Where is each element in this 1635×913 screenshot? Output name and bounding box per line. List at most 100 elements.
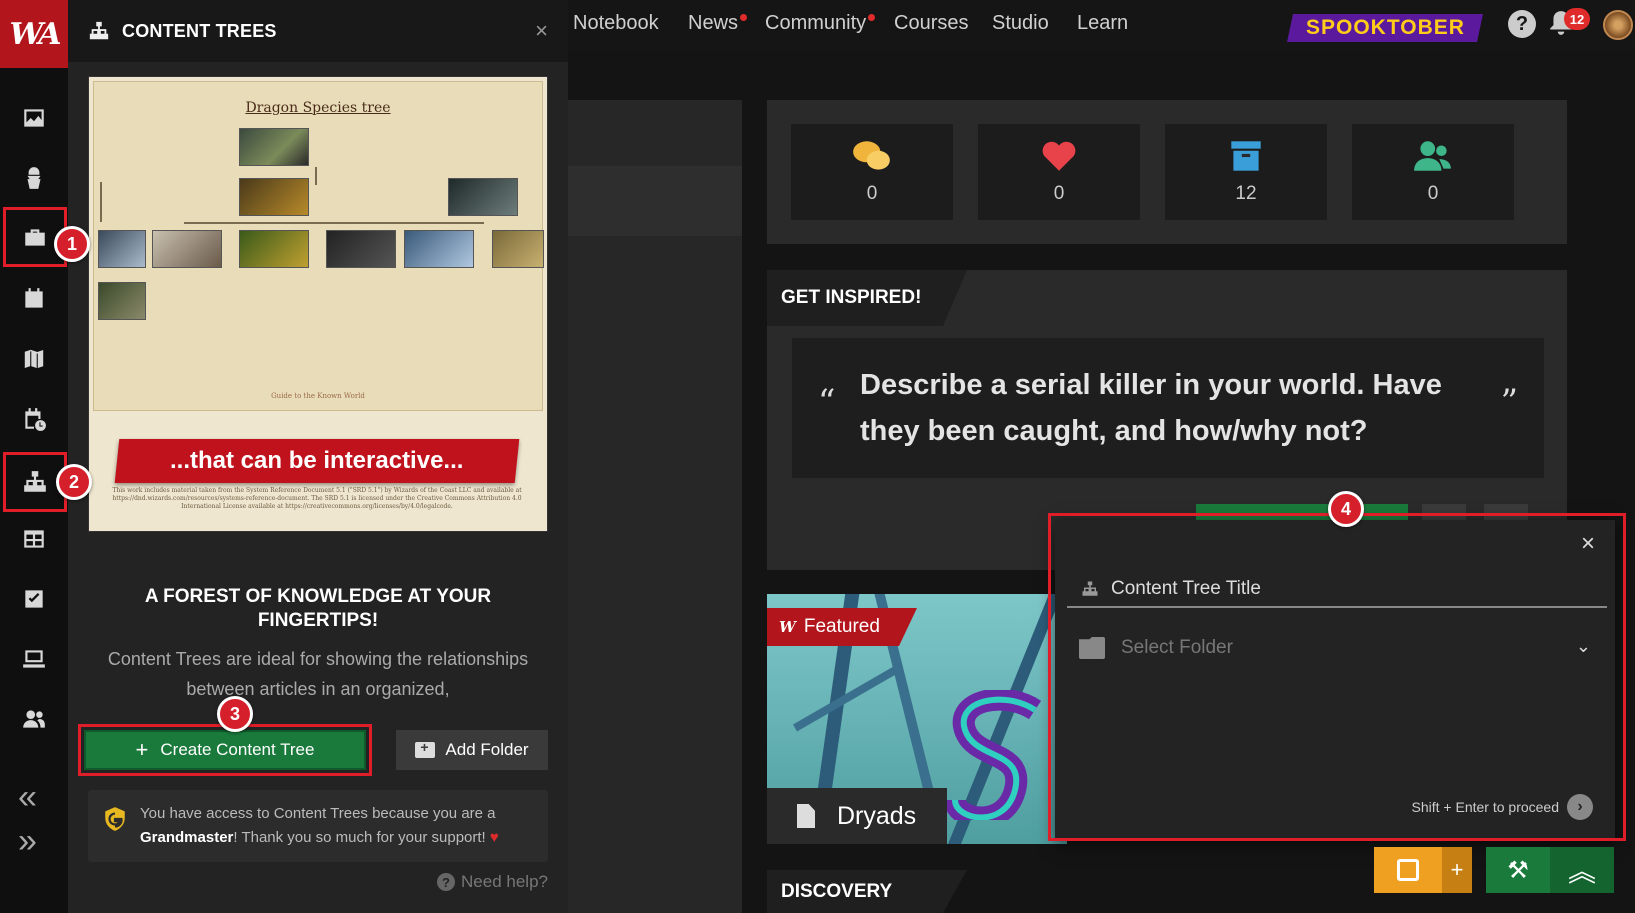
featured-logo-graphic [945,690,1042,820]
group-icon[interactable] [12,697,56,741]
character-icon[interactable] [12,156,56,200]
community-notification-dot [868,14,875,21]
content-tree-title-placeholder: Content Tree Title [1111,578,1261,599]
quick-note-button[interactable] [1374,847,1442,893]
content-tree-icon [1082,581,1098,596]
preview-node-thumbnail [326,230,396,268]
double-chevron-up-icon: ︽ [1567,856,1596,887]
spooktober-label: SPOOKTOBER [1305,16,1465,39]
stat-comments-value: 0 [866,183,878,204]
preview-chart-title: Dragon Species tree [245,100,391,116]
expand-icon[interactable]: » [18,819,37,863]
create-content-tree-label: Create Content Tree [160,740,315,759]
writing-prompt-text: Describe a serial killer in your world. … [860,369,1442,447]
preview-banner-text: ...that can be interactive... [170,447,464,474]
writing-prompt-box: “ Describe a serial killer in your world… [792,338,1544,478]
stat-followers[interactable]: 0 [1352,124,1514,220]
spooktober-promo[interactable]: SPOOKTOBER [1287,14,1483,42]
create-content-tree-dialog: × Content Tree Title Select Folder ⌄ Shi… [1055,520,1615,840]
create-content-tree-button[interactable]: + Create Content Tree [78,724,372,776]
grandmaster-badge-icon [105,807,125,831]
preview-tree-sheet: Dragon Species tree Guide to the Known W… [93,81,544,411]
preview-node-thumbnail [239,128,309,166]
featured-tag: W Featured [767,608,917,646]
followers-icon [1414,141,1451,171]
preview-node-thumbnail [152,230,222,268]
discovery-title: DISCOVERY [767,870,967,913]
preview-fine-print: This work includes material taken from t… [112,487,522,510]
preview-node-thumbnail [239,178,309,216]
add-note-button[interactable]: + [1442,847,1472,893]
table-icon[interactable] [12,517,56,561]
content-tree-icon [89,21,109,40]
nav-notebook[interactable]: Notebook [573,12,659,35]
stat-likes-value: 0 [1053,183,1065,204]
access-notice-text: You have access to Content Trees because… [140,805,499,846]
top-navigation-bar: Notebook News Community Courses Studio L… [568,0,1635,50]
close-icon[interactable]: × [535,18,548,44]
step-marker-4: 4 [1328,491,1364,527]
help-icon[interactable]: ? [1508,10,1536,38]
scroll-top-button[interactable]: ︽ [1550,847,1614,893]
step-marker-1: 1 [54,226,90,262]
close-icon[interactable]: × [1581,530,1595,558]
folder-select[interactable]: Select Folder ⌄ [1079,630,1599,666]
user-avatar[interactable] [1603,10,1633,40]
step-marker-2: 2 [56,464,92,500]
nav-learn[interactable]: Learn [1077,12,1128,35]
panel-header: CONTENT TREES × [68,0,568,62]
nav-news[interactable]: News [688,12,738,35]
plus-icon: + [135,737,149,762]
folder-icon [1079,637,1105,659]
image-icon[interactable] [12,96,56,140]
panel-description: Content Trees are ideal for showing the … [107,649,529,699]
stat-archive[interactable]: 12 [1165,124,1327,220]
notification-count-badge: 12 [1564,8,1590,30]
preview-guide-text: Guide to the Known World [271,392,365,400]
tools-button[interactable]: ⚒ [1486,847,1550,893]
step-marker-3: 3 [217,696,253,732]
note-icon [1397,859,1419,881]
featured-article-title[interactable]: Dryads [767,788,947,844]
archive-icon [1231,141,1261,171]
checklist-icon[interactable] [12,577,56,621]
preview-node-thumbnail [98,230,146,268]
need-help-link[interactable]: ? Need help? [437,872,548,892]
comments-icon [853,141,890,170]
calendar-icon[interactable] [12,277,56,321]
chevron-down-icon: ⌄ [1575,636,1591,656]
map-icon[interactable] [12,337,56,381]
stat-followers-value: 0 [1427,183,1439,204]
proceed-arrow-icon[interactable]: › [1567,794,1593,820]
nav-community[interactable]: Community [765,12,866,35]
worldanvil-logo[interactable]: WA [0,0,68,68]
timeline-icon[interactable] [12,397,56,441]
nav-studio[interactable]: Studio [992,12,1049,35]
close-quote-icon: ” [1500,382,1518,422]
question-icon: ? [437,873,456,891]
heart-icon [1042,141,1076,171]
stat-likes[interactable]: 0 [978,124,1140,220]
rail-toggle: « » [18,775,37,863]
panel-headline: A FOREST OF KNOWLEDGE AT YOUR FINGERTIPS… [144,586,492,631]
content-tree-preview: Dragon Species tree Guide to the Known W… [88,76,548,532]
secondary-column-highlight [568,166,742,236]
laptop-icon[interactable] [12,637,56,681]
preview-banner: ...that can be interactive... [114,439,520,483]
hammer-icon: ⚒ [1507,856,1529,884]
secondary-column [568,100,742,913]
add-folder-label: Add Folder [445,740,529,759]
content-tree-title-input[interactable]: Content Tree Title [1067,572,1607,608]
preview-node-thumbnail [492,230,544,268]
heart-icon: ♥ [489,829,499,846]
access-notice: You have access to Content Trees because… [88,790,548,862]
add-folder-button[interactable]: Add Folder [396,730,548,770]
folder-select-placeholder: Select Folder [1121,637,1233,658]
stat-comments[interactable]: 0 [791,124,953,220]
open-quote-icon: “ [818,382,836,422]
nav-courses[interactable]: Courses [894,12,968,35]
folder-plus-icon [415,739,436,758]
content-trees-panel: CONTENT TREES × Dragon Species tree Guid… [68,0,568,913]
news-notification-dot [740,14,747,21]
collapse-icon[interactable]: « [18,775,37,819]
